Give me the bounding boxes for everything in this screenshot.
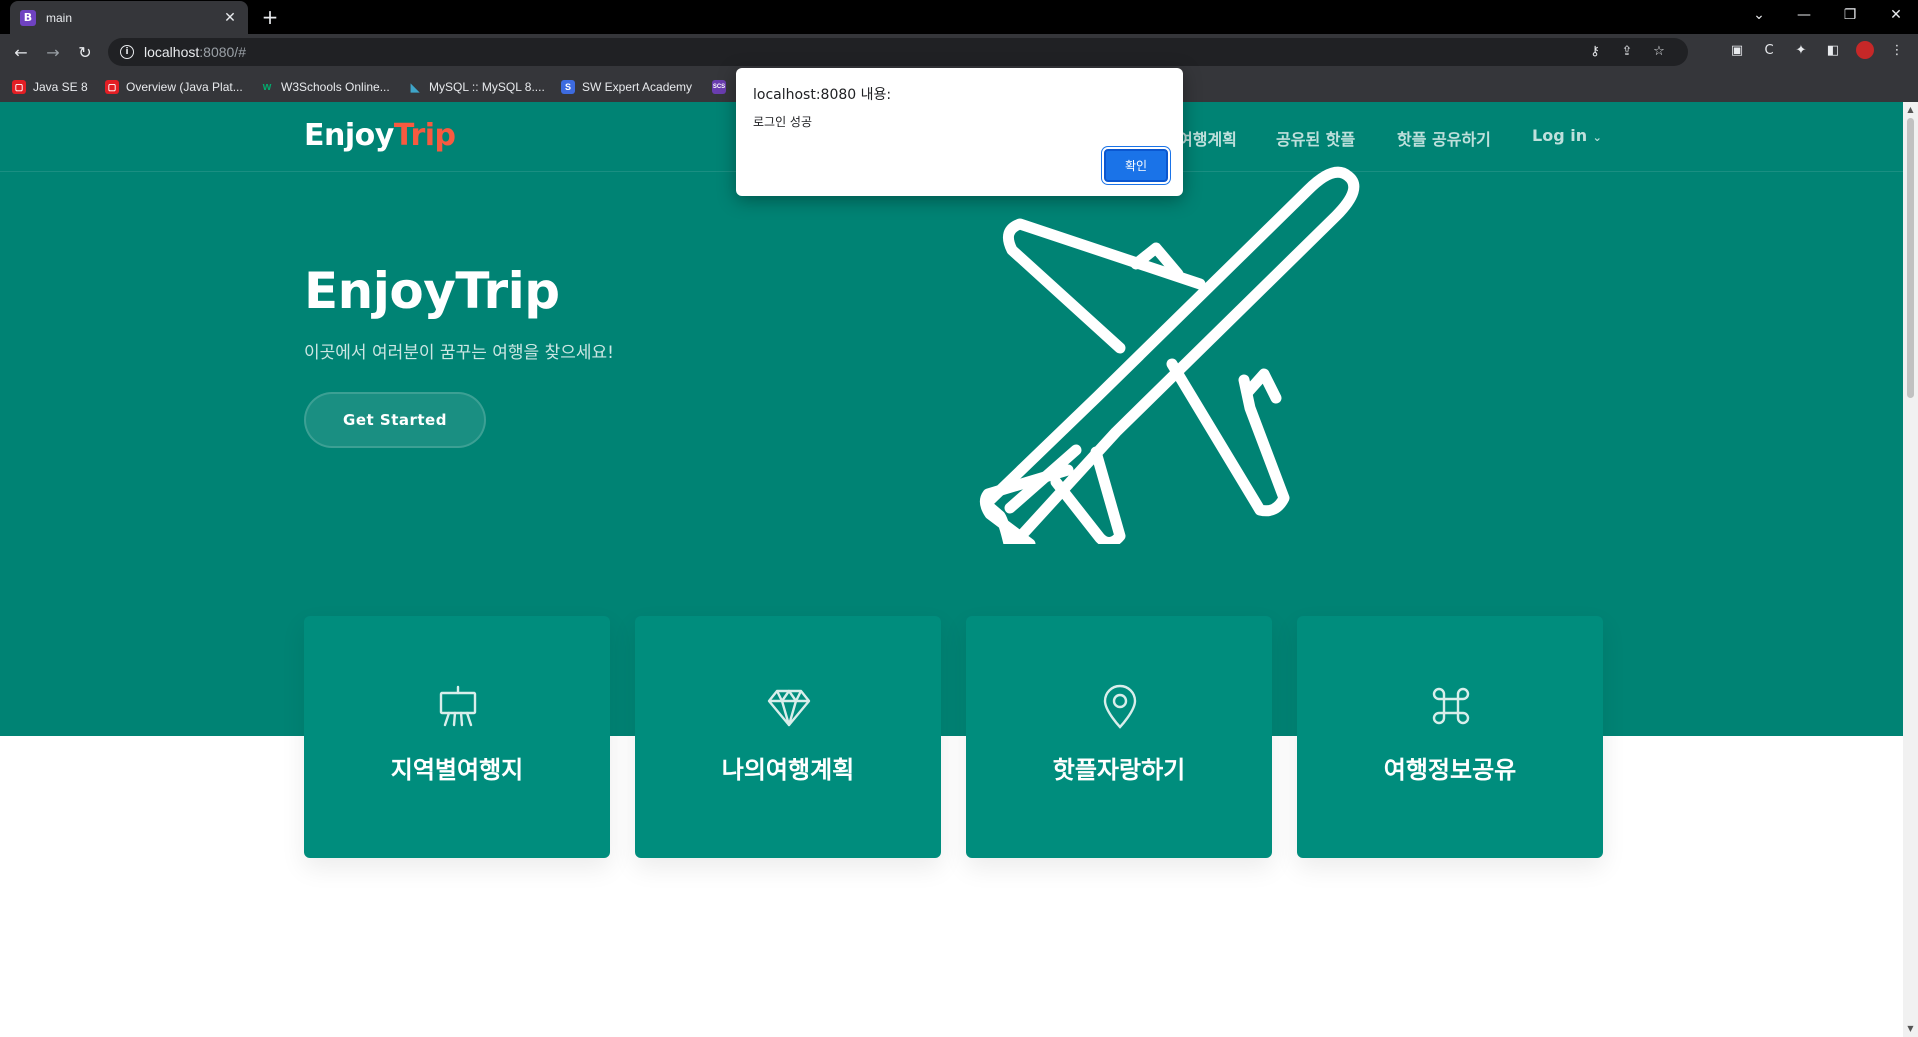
card-title: 나의여행계획 [721, 756, 855, 784]
hero-section: EnjoyTrip 여행계획 공유된 핫플 핫플 공유하기 Log in ⌄ E… [0, 102, 1903, 736]
bookmark-scs[interactable]: SCS [712, 78, 726, 96]
mysql-icon: ◣ [410, 81, 420, 94]
card-hotplace-showoff[interactable]: 핫플자랑하기 [966, 616, 1272, 858]
cast-icon[interactable]: ▣ [1727, 40, 1747, 60]
bootstrap-favicon-icon: B [20, 9, 36, 26]
bookmark-java-se8[interactable]: ▢ Java SE 8 [12, 78, 88, 96]
bookmark-mysql[interactable]: ◣ MySQL :: MySQL 8.... [408, 78, 545, 96]
dialog-message: 로그인 성공 [753, 115, 813, 129]
logo-accent: Trip [393, 118, 456, 153]
nav-travel-plan[interactable]: 여행계획 [1178, 126, 1237, 150]
page-viewport: EnjoyTrip 여행계획 공유된 핫플 핫플 공유하기 Log in ⌄ E… [0, 102, 1903, 1037]
key-icon[interactable]: ⚷ [1586, 44, 1604, 59]
bookmark-star-icon[interactable]: ☆ [1650, 44, 1668, 59]
site-logo[interactable]: EnjoyTrip [304, 118, 456, 153]
bookmark-java-overview[interactable]: ▢ Overview (Java Plat... [105, 78, 243, 96]
url-host: localhost [144, 44, 200, 60]
forward-icon[interactable]: → [41, 40, 65, 64]
browser-toolbar: ← → ↻ i localhost:8080/# ⚷ ⇪ ☆ [0, 34, 1918, 70]
card-title: 핫플자랑하기 [1052, 756, 1186, 784]
bookmark-sw-expert-academy[interactable]: S SW Expert Academy [561, 78, 692, 96]
site-info-icon[interactable]: i [120, 45, 134, 59]
url-text: localhost:8080/# [144, 44, 246, 60]
back-icon[interactable]: ← [9, 40, 33, 64]
get-started-button[interactable]: Get Started [304, 392, 486, 448]
nav-login-label: Log in [1532, 126, 1588, 145]
card-title: 지역별여행지 [390, 756, 524, 784]
gem-icon [767, 689, 811, 727]
restore-icon[interactable]: ❐ [1828, 0, 1872, 30]
bookmark-label: Overview (Java Plat... [126, 80, 243, 94]
extension-c-icon[interactable]: C [1759, 40, 1779, 60]
scroll-down-icon[interactable]: ▼ [1906, 1024, 1915, 1033]
card-title: 여행정보공유 [1383, 756, 1517, 784]
bookmark-label: SW Expert Academy [582, 80, 693, 94]
share-icon[interactable]: ⇪ [1618, 44, 1636, 59]
extensions-puzzle-icon[interactable]: ✦ [1791, 40, 1811, 60]
side-panel-icon[interactable]: ◧ [1823, 40, 1843, 60]
address-bar[interactable]: i localhost:8080/# ⚷ ⇪ ☆ [108, 38, 1688, 66]
hero-title: EnjoyTrip [304, 262, 560, 320]
reload-icon[interactable]: ↻ [73, 40, 97, 64]
dialog-ok-button[interactable]: 확인 [1104, 149, 1168, 182]
swea-icon: S [561, 80, 575, 94]
nav-share-hotplace[interactable]: 핫플 공유하기 [1397, 126, 1491, 150]
chevron-down-icon: ⌄ [1592, 131, 1602, 144]
menu-kebab-icon[interactable]: ⋮ [1887, 40, 1907, 60]
card-regional-destinations[interactable]: 지역별여행지 [304, 616, 610, 858]
hero-subtitle: 이곳에서 여러분이 꿈꾸는 여행을 찾으세요! [304, 343, 614, 363]
bookmark-label: MySQL :: MySQL 8.... [429, 80, 545, 94]
oracle-icon: ▢ [12, 80, 26, 94]
logo-main: Enjoy [304, 118, 394, 153]
tab-close-icon[interactable]: ✕ [222, 10, 238, 26]
bookmark-w3schools[interactable]: w W3Schools Online... [260, 78, 390, 96]
new-tab-icon[interactable]: + [258, 5, 282, 29]
geo-pin-icon [1103, 684, 1137, 729]
bookmark-label: W3Schools Online... [281, 80, 390, 94]
alert-dialog: localhost:8080 내용: 로그인 성공 확인 [736, 68, 1183, 196]
scs-icon: SCS [712, 80, 726, 94]
command-icon [1432, 687, 1470, 725]
page-scrollbar[interactable]: ▲ ▼ [1903, 102, 1918, 1037]
easel-icon [439, 685, 477, 727]
nav-login[interactable]: Log in ⌄ [1532, 126, 1602, 150]
card-travel-info-share[interactable]: 여행정보공유 [1297, 616, 1603, 858]
tab-title: main [46, 10, 73, 25]
browser-tab-bar: B main ✕ + ⌄ — ❐ ✕ [0, 0, 1918, 34]
tab-search-icon[interactable]: ⌄ [1737, 0, 1781, 30]
card-my-travel-plan[interactable]: 나의여행계획 [635, 616, 941, 858]
url-path: :8080/# [199, 44, 246, 60]
airplane-icon [979, 166, 1360, 544]
browser-tab[interactable]: B main ✕ [10, 1, 248, 34]
minimize-icon[interactable]: — [1782, 0, 1826, 30]
nav-shared-hotplaces[interactable]: 공유된 핫플 [1276, 126, 1355, 150]
w3schools-icon: w [262, 81, 272, 93]
dialog-title: localhost:8080 내용: [753, 87, 892, 103]
scroll-up-icon[interactable]: ▲ [1906, 105, 1915, 114]
profile-avatar-icon[interactable] [1855, 40, 1875, 60]
bookmark-label: Java SE 8 [33, 80, 88, 94]
oracle-icon: ▢ [105, 80, 119, 94]
close-window-icon[interactable]: ✕ [1874, 0, 1918, 30]
scrollbar-thumb[interactable] [1907, 118, 1914, 398]
